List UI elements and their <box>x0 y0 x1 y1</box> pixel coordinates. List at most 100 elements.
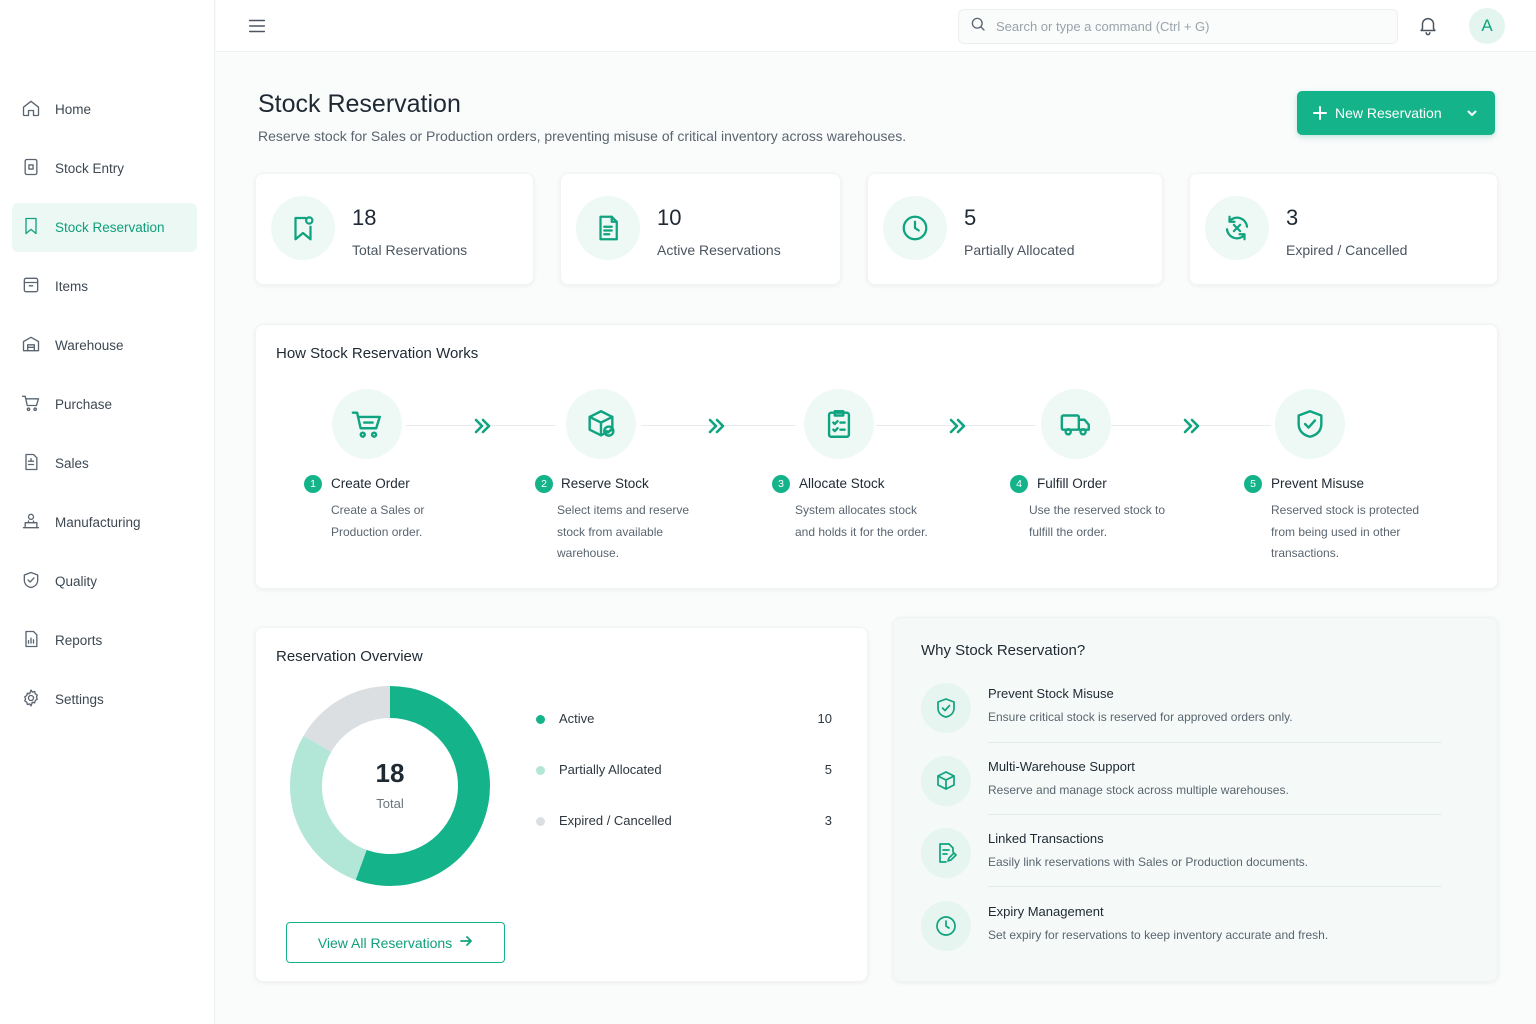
donut-total: 18 <box>375 758 405 788</box>
how-title: How Stock Reservation Works <box>276 345 479 362</box>
sidebar-item-purchase[interactable]: Purchase <box>12 380 197 429</box>
page-title: Stock Reservation <box>258 90 461 118</box>
step-description: Create a Sales or Production order. <box>331 503 425 539</box>
divider <box>988 886 1442 887</box>
cart-icon <box>21 393 41 416</box>
why-item-desc: Easily link reservations with Sales or P… <box>988 855 1309 869</box>
sidebar-item-items[interactable]: Items <box>12 262 197 311</box>
sidebar-item-settings[interactable]: Settings <box>12 675 197 724</box>
why-item-desc: Reserve and manage stock across multiple… <box>988 783 1289 797</box>
divider <box>988 742 1442 743</box>
why-stock-reservation-card: Why Stock Reservation? Prevent Stock Mis… <box>893 617 1498 982</box>
sidebar-item-label: Home <box>55 102 92 117</box>
legend-dot <box>536 766 545 775</box>
double-chevron-right-icon <box>706 417 728 435</box>
stat-card-partial: 5 Partially Allocated <box>867 173 1163 285</box>
sidebar-item-reports[interactable]: Reports <box>12 616 197 665</box>
stat-label: Active Reservations <box>657 242 781 258</box>
new-reservation-label: New Reservation <box>1335 105 1442 121</box>
clock-icon <box>883 196 947 260</box>
divider <box>988 814 1442 815</box>
sidebar-item-stock-reservation[interactable]: Stock Reservation <box>12 203 197 252</box>
sidebar-item-warehouse[interactable]: Warehouse <box>12 321 197 370</box>
legend-item-active: Active 10 <box>536 710 832 730</box>
chevron-down-icon[interactable] <box>1465 106 1479 120</box>
sidebar-item-stock-entry[interactable]: Stock Entry <box>12 144 197 193</box>
sidebar-item-label: Stock Reservation <box>55 220 165 235</box>
double-chevron-right-icon <box>947 417 969 435</box>
why-item-title: Prevent Stock Misuse <box>988 686 1114 701</box>
shield-check-icon <box>1275 389 1345 459</box>
reservation-overview-card: Reservation Overview 18 Total Active 10 … <box>255 627 868 982</box>
why-item-desc: Set expiry for reservations to keep inve… <box>988 928 1329 942</box>
home-icon <box>21 98 41 121</box>
clipboard-icon <box>804 389 874 459</box>
stat-card-total: 18 Total Reservations <box>255 173 534 285</box>
bookmark-icon <box>21 216 41 239</box>
plus-icon <box>1313 106 1327 120</box>
stat-label: Partially Allocated <box>964 242 1075 258</box>
menu-toggle-button[interactable] <box>246 15 268 37</box>
step-description: Reserved stock is protected from being u… <box>1271 503 1420 560</box>
stat-value: 5 <box>964 205 977 230</box>
legend-dot <box>536 817 545 826</box>
step-title: Prevent Misuse <box>1271 476 1365 491</box>
stat-value: 18 <box>352 205 377 230</box>
sidebar-item-sales[interactable]: Sales <box>12 439 197 488</box>
why-item: Linked Transactions Easily link reservat… <box>921 828 1441 888</box>
stat-label: Expired / Cancelled <box>1286 242 1408 258</box>
sidebar-item-label: Items <box>55 279 89 294</box>
step-number: 1 <box>304 475 322 493</box>
step-number: 3 <box>772 475 790 493</box>
donut-total-label: Total <box>376 796 404 811</box>
sidebar-nav: Home Stock Entry Stock Reservation Items… <box>0 85 215 734</box>
bookmark-icon <box>271 196 335 260</box>
warehouse-icon <box>21 334 41 357</box>
avatar[interactable]: A <box>1469 8 1505 44</box>
notifications-button[interactable] <box>1417 14 1441 38</box>
shield-check-icon <box>21 570 41 593</box>
legend-item-expired: Expired / Cancelled 3 <box>536 812 832 832</box>
stat-label: Total Reservations <box>352 242 468 258</box>
search-icon <box>969 15 987 38</box>
sidebar-item-manufacturing[interactable]: Manufacturing <box>12 498 197 547</box>
stat-card-active: 10 Active Reservations <box>560 173 841 285</box>
manufacturing-icon <box>21 511 41 534</box>
gear-icon <box>21 688 41 711</box>
step-number: 2 <box>535 475 553 493</box>
sidebar-item-label: Purchase <box>55 397 113 412</box>
sidebar-item-quality[interactable]: Quality <box>12 557 197 606</box>
hamburger-icon <box>246 19 268 41</box>
search-input[interactable] <box>996 19 1376 34</box>
sync-cancel-icon <box>1205 196 1269 260</box>
why-item: Multi-Warehouse Support Reserve and mana… <box>921 756 1441 816</box>
cart-icon <box>332 389 402 459</box>
sidebar-item-home[interactable]: Home <box>12 85 197 134</box>
why-item-title: Expiry Management <box>988 904 1104 919</box>
legend-value: 5 <box>824 762 832 777</box>
view-all-label: View All Reservations <box>317 934 453 951</box>
sidebar-item-label: Manufacturing <box>55 515 141 530</box>
report-icon <box>21 629 41 652</box>
legend-dot <box>536 715 545 724</box>
step-number: 4 <box>1010 475 1028 493</box>
sidebar-item-label: Sales <box>55 456 89 471</box>
stock-entry-icon <box>21 157 41 180</box>
why-item: Prevent Stock Misuse Ensure critical sto… <box>921 683 1441 743</box>
double-chevron-right-icon <box>1181 417 1203 435</box>
sidebar-item-label: Settings <box>55 692 104 707</box>
bell-icon <box>1417 17 1439 40</box>
legend-label: Partially Allocated <box>559 762 662 777</box>
step-title: Create Order <box>331 476 410 491</box>
view-all-reservations-button[interactable]: View All Reservations <box>286 922 505 963</box>
sidebar-item-label: Warehouse <box>55 338 124 353</box>
box-icon <box>21 275 41 298</box>
document-edit-icon <box>921 828 971 878</box>
stat-card-expired: 3 Expired / Cancelled <box>1189 173 1498 285</box>
step-description: Select items and reserve stock from avai… <box>557 503 690 560</box>
legend-label: Expired / Cancelled <box>559 813 672 828</box>
search-box[interactable] <box>958 9 1398 44</box>
why-item: Expiry Management Set expiry for reserva… <box>921 901 1441 961</box>
truck-icon <box>1041 389 1111 459</box>
new-reservation-button[interactable]: New Reservation <box>1297 91 1495 135</box>
